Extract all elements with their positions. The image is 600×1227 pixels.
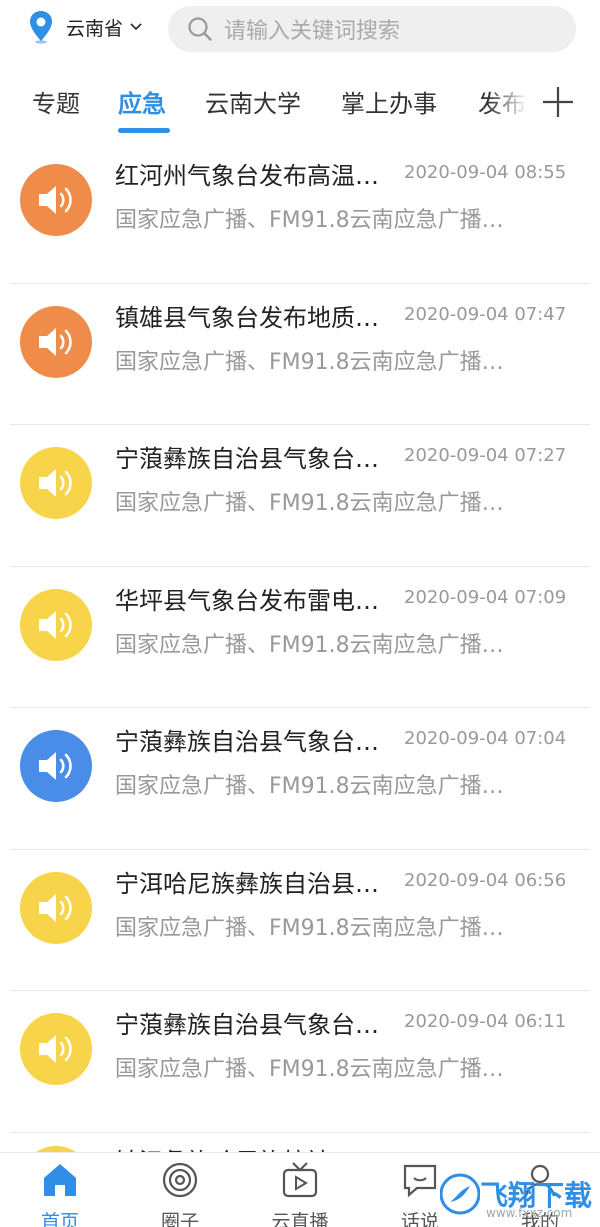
nav-circle-label: 圈子 — [160, 1211, 199, 1227]
list-item[interactable]: 红河州气象台发布高温… 2020-09-04 08:55 国家应急广播、FM91.8… — [10, 142, 590, 284]
item-timestamp: 2020-09-04 08:55 — [404, 162, 567, 183]
circle-icon — [162, 1162, 198, 1198]
item-avatar — [20, 1013, 92, 1085]
active-tab-indicator — [118, 128, 170, 133]
item-timestamp: 2020-09-04 07:47 — [404, 303, 567, 325]
watermark-logo-icon — [440, 1173, 480, 1215]
search-placeholder: 请输入关键词搜索 — [224, 19, 401, 44]
search-icon — [188, 17, 212, 41]
tab-emergency[interactable]: 应急 — [118, 84, 166, 119]
item-title: 宁蒗彝族自治县气象台… — [115, 445, 379, 473]
chevron-down-icon — [130, 23, 142, 31]
item-timestamp: 2020-09-04 06:56 — [404, 869, 567, 891]
tab-fade — [488, 62, 528, 142]
speaker-icon — [39, 186, 72, 214]
list-item[interactable]: 镇雄县气象台发布地质… 2020-09-04 07:47 国家应急广播、FM91.8… — [10, 284, 590, 425]
speaker-icon — [39, 610, 72, 639]
speaker-icon — [39, 327, 72, 356]
list-item[interactable]: 宁蒗彝族自治县气象台… 2020-09-04 07:27 国家应急广播、FM91.8… — [10, 425, 590, 567]
home-icon — [44, 1164, 76, 1196]
location-selector[interactable]: 云南省 — [28, 10, 143, 44]
news-list: 红河州气象台发布高温… 2020-09-04 08:55 国家应急广播、FM91.8… — [0, 142, 600, 1133]
item-source: 国家应急广播、FM91.8云南应急广播… — [115, 915, 504, 941]
item-title: 华坪县气象台发布雷电… — [115, 586, 379, 615]
speaker-icon — [39, 469, 72, 497]
tv-icon — [282, 1162, 318, 1198]
item-timestamp: 2020-09-04 07:09 — [404, 586, 567, 608]
nav-circle[interactable]: 圈子 — [120, 1153, 240, 1227]
list-item[interactable]: 宁蒗彝族自治县气象台… 2020-09-04 07:04 国家应急广播、FM91.8… — [10, 708, 590, 850]
list-item[interactable]: 宁洱哈尼族彝族自治县… 2020-09-04 06:56 国家应急广播、FM91.8… — [10, 850, 590, 991]
item-avatar — [20, 730, 92, 802]
item-timestamp: 2020-09-04 07:04 — [404, 728, 567, 749]
tab-yunnan-university[interactable]: 云南大学 — [205, 84, 301, 119]
list-item[interactable]: 宁蒗彝族自治县气象台… 2020-09-04 06:11 国家应急广播、FM91.8… — [10, 991, 590, 1133]
list-item[interactable]: 华坪县气象台发布雷电… 2020-09-04 07:09 国家应急广播、FM91.8… — [10, 567, 590, 708]
speaker-icon — [39, 893, 72, 922]
nav-home-label: 首页 — [40, 1211, 79, 1227]
speaker-icon — [39, 1035, 72, 1063]
item-title: 宁洱哈尼族彝族自治县… — [115, 869, 379, 898]
item-source: 国家应急广播、FM91.8云南应急广播… — [115, 774, 504, 799]
item-source: 国家应急广播、FM91.8云南应急广播… — [115, 491, 504, 516]
item-timestamp: 2020-09-04 06:11 — [404, 1011, 567, 1032]
item-timestamp: 2020-09-04 07:27 — [404, 445, 567, 466]
item-title: 宁蒗彝族自治县气象台… — [115, 1011, 379, 1039]
item-avatar — [20, 305, 92, 378]
location-label: 云南省 — [66, 17, 124, 40]
item-title: 镇雄县气象台发布地质… — [115, 303, 379, 332]
item-source: 国家应急广播、FM91.8云南应急广播… — [115, 1057, 504, 1082]
speaker-icon — [39, 752, 72, 780]
chat-icon — [403, 1164, 437, 1198]
item-source: 国家应急广播、FM91.8云南应急广播… — [115, 349, 504, 375]
nav-home[interactable]: 首页 — [0, 1153, 120, 1227]
top-header: 云南省 请输入关键词搜索 — [0, 0, 600, 62]
search-input[interactable]: 请输入关键词搜索 — [168, 6, 576, 52]
item-title: 红河州气象台发布高温… — [115, 162, 379, 190]
item-source: 国家应急广播、FM91.8云南应急广播… — [115, 632, 504, 658]
location-pin-icon — [30, 11, 52, 44]
tab-topics[interactable]: 专题 — [32, 84, 80, 119]
item-avatar — [20, 588, 92, 661]
item-avatar — [20, 447, 92, 519]
item-avatar — [20, 871, 92, 944]
item-avatar — [20, 164, 92, 236]
item-source: 国家应急广播、FM91.8云南应急广播… — [115, 208, 504, 233]
tab-online-services[interactable]: 掌上办事 — [341, 84, 437, 119]
watermark-url: www.fxxz.com — [486, 1206, 573, 1220]
watermark: 飞翔下载 www.fxxz.com — [440, 1170, 600, 1227]
nav-live[interactable]: 云直播 — [240, 1153, 360, 1227]
nav-live-label: 云直播 — [271, 1211, 329, 1227]
item-title: 宁蒗彝族自治县气象台… — [115, 728, 379, 756]
add-tab-icon[interactable] — [540, 84, 576, 120]
